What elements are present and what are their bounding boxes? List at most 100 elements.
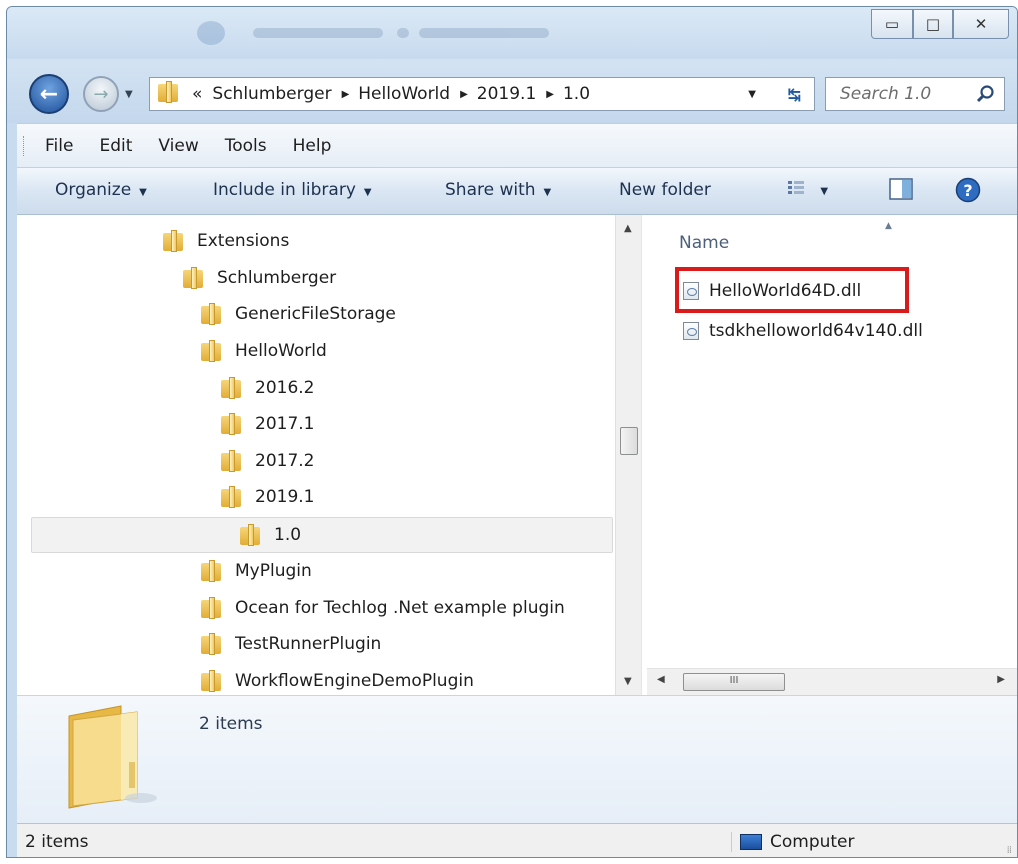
share-with-label: Share with: [445, 180, 536, 200]
status-location: Computer: [731, 832, 855, 852]
folder-icon: [201, 560, 223, 582]
tree-item-label: 2019.1: [255, 487, 315, 507]
tree-item-label: Schlumberger: [217, 268, 337, 288]
nav-vertical-scrollbar[interactable]: ▲ ▼: [615, 215, 642, 695]
navigation-pane[interactable]: Extensions Schlumberger GenericFileStora…: [17, 215, 615, 695]
highlight-box: [675, 267, 909, 313]
new-folder-button[interactable]: New folder: [619, 180, 711, 200]
view-options-icon: [788, 181, 804, 194]
include-in-library-label: Include in library: [213, 180, 356, 200]
folder-icon: [158, 80, 180, 108]
back-button[interactable]: ←: [29, 74, 69, 114]
folder-icon: [221, 413, 243, 435]
help-button[interactable]: ?: [955, 177, 981, 208]
status-bar: 2 items Computer ⁞⁞: [17, 823, 1017, 857]
address-dropdown-icon[interactable]: ▼: [748, 89, 756, 100]
tree-item-label: 2016.2: [255, 378, 315, 398]
back-arrow-icon: ←: [39, 81, 59, 107]
change-view-button[interactable]: ▼: [787, 178, 828, 203]
close-button[interactable]: ✕: [953, 9, 1009, 39]
status-location-label: Computer: [770, 832, 855, 852]
tree-item-label: Ocean for Techlog .Net example plugin: [235, 598, 565, 618]
menu-tools[interactable]: Tools: [225, 136, 267, 156]
recent-pages-dropdown-icon[interactable]: ▼: [125, 89, 133, 100]
tree-item-helloworld[interactable]: HelloWorld: [201, 333, 327, 369]
breadcrumb-separator-icon[interactable]: ▶: [342, 89, 350, 100]
folder-icon: [183, 267, 205, 289]
search-icon[interactable]: [976, 84, 996, 104]
breadcrumb-overflow[interactable]: «: [192, 84, 202, 104]
menu-edit[interactable]: Edit: [99, 136, 132, 156]
tree-item-extensions[interactable]: Extensions: [163, 223, 289, 259]
file-horizontal-scrollbar[interactable]: ◀ III ▶: [647, 668, 1017, 695]
minimize-button[interactable]: ▭: [871, 9, 913, 39]
folder-icon: [201, 670, 223, 692]
breadcrumb-separator-icon[interactable]: ▶: [546, 89, 554, 100]
dll-file-icon: [683, 322, 699, 340]
new-folder-label: New folder: [619, 180, 711, 200]
breadcrumb-2019-1[interactable]: 2019.1: [477, 84, 536, 104]
refresh-button[interactable]: ↹: [775, 77, 815, 111]
sort-ascending-icon: ▲: [885, 221, 892, 231]
breadcrumb-separator-icon[interactable]: ▶: [460, 89, 468, 100]
include-in-library-button[interactable]: Include in library ▼: [213, 180, 372, 200]
file-name: tsdkhelloworld64v140.dll: [709, 321, 923, 341]
tree-item-testrunnerplugin[interactable]: TestRunnerPlugin: [201, 626, 381, 662]
preview-pane-icon: [889, 178, 913, 200]
maximize-button[interactable]: □: [913, 9, 953, 39]
tree-item-label: 2017.2: [255, 451, 315, 471]
tree-item-genericfilestorage[interactable]: GenericFileStorage: [201, 296, 396, 332]
scroll-down-icon[interactable]: ▼: [624, 676, 632, 687]
forward-button[interactable]: →: [83, 76, 119, 112]
scroll-left-icon[interactable]: ◀: [657, 674, 665, 685]
file-list-pane[interactable]: ▲ Name HelloWorld64D.dll tsdkhelloworld6…: [647, 215, 1017, 695]
address-bar[interactable]: « Schlumberger ▶ HelloWorld ▶ 2019.1 ▶ 1.0 …: [149, 77, 805, 111]
resize-grip[interactable]: ⁞⁞: [1007, 845, 1012, 856]
tree-item-label: MyPlugin: [235, 561, 312, 581]
tree-item-2017-1[interactable]: 2017.1: [221, 406, 314, 442]
breadcrumb-schlumberger[interactable]: Schlumberger: [212, 84, 331, 104]
scroll-right-icon[interactable]: ▶: [997, 674, 1005, 685]
status-item-count: 2 items: [25, 832, 89, 852]
preview-pane-button[interactable]: [889, 178, 913, 205]
menu-view[interactable]: View: [158, 136, 198, 156]
folder-icon: [221, 486, 243, 508]
blurred-title-text: [197, 21, 617, 45]
organize-button[interactable]: Organize ▼: [55, 180, 147, 200]
folder-icon: [221, 377, 243, 399]
tree-item-label: Extensions: [197, 231, 290, 251]
tree-item-1-0[interactable]: 1.0: [31, 517, 613, 553]
dropdown-caret-icon: ▼: [820, 186, 829, 197]
tree-item-ocean-for-techlog[interactable]: Ocean for Techlog .Net example plugin: [201, 590, 565, 626]
tree-item-2016-2[interactable]: 2016.2: [221, 370, 314, 406]
tree-item-2019-1[interactable]: 2019.1: [221, 479, 314, 515]
menu-file[interactable]: File: [45, 136, 73, 156]
tree-item-label: GenericFileStorage: [235, 304, 396, 324]
tree-item-label: 1.0: [274, 525, 302, 545]
search-input[interactable]: Search 1.0: [825, 77, 1005, 111]
scroll-thumb[interactable]: III: [683, 673, 785, 691]
content-area: Extensions Schlumberger GenericFileStora…: [17, 215, 1017, 695]
window-controls: ▭ □ ✕: [871, 9, 1009, 39]
tree-item-myplugin[interactable]: MyPlugin: [201, 553, 312, 589]
scroll-up-icon[interactable]: ▲: [624, 223, 632, 234]
tree-item-schlumberger[interactable]: Schlumberger: [183, 260, 336, 296]
folder-icon: [201, 303, 223, 325]
file-item-tsdkhelloworld64v140[interactable]: tsdkhelloworld64v140.dll: [683, 321, 923, 341]
explorer-window: ▭ □ ✕ ← → ▼ « Schlumberger ▶ HelloWorld ▶ …: [6, 6, 1018, 858]
folder-icon: [163, 230, 185, 252]
share-with-button[interactable]: Share with ▼: [445, 180, 551, 200]
menu-help[interactable]: Help: [293, 136, 332, 156]
tree-item-2017-2[interactable]: 2017.2: [221, 443, 314, 479]
breadcrumb-1-0[interactable]: 1.0: [563, 84, 590, 104]
column-header-name[interactable]: Name: [679, 233, 729, 253]
large-folder-icon: [68, 705, 157, 809]
command-bar: Organize ▼ Include in library ▼ Share with…: [17, 167, 1017, 215]
scroll-thumb[interactable]: [620, 427, 638, 455]
menu-grip[interactable]: [23, 136, 27, 156]
tree-item-workflowenginedemoplugin[interactable]: WorkflowEngineDemoPlugin: [201, 663, 474, 695]
breadcrumb-helloworld[interactable]: HelloWorld: [358, 84, 450, 104]
title-bar[interactable]: ▭ □ ✕: [7, 7, 1017, 59]
folder-icon: [201, 340, 223, 362]
details-pane: 2 items: [17, 695, 1017, 824]
